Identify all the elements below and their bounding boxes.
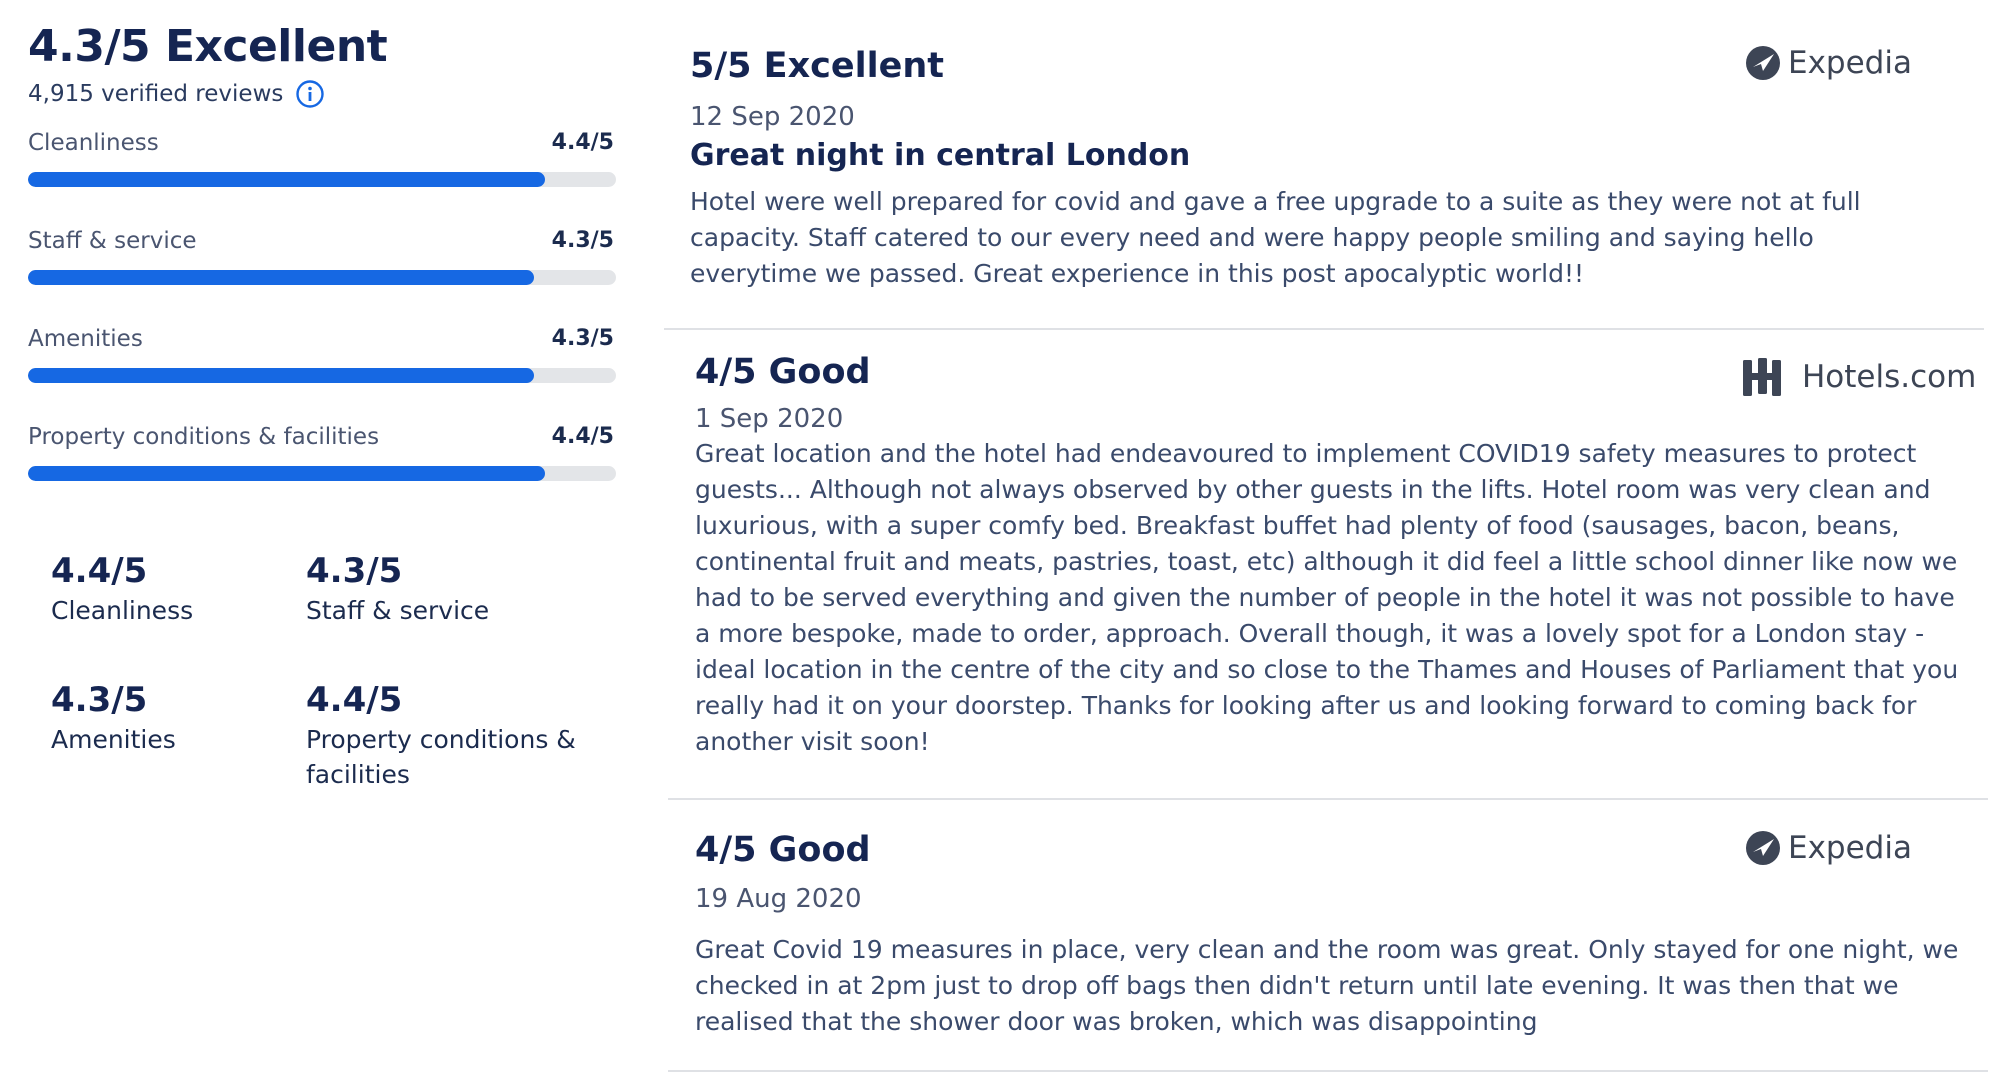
progress-bar: [28, 270, 616, 285]
category-label: Property conditions & facilities: [28, 424, 380, 450]
review-date: 19 Aug 2020: [695, 884, 862, 914]
verified-reviews-count: 4,915 verified reviews: [28, 81, 284, 107]
review-divider: [668, 1070, 1988, 1072]
category-score: 4.3/5: [551, 326, 614, 351]
verified-reviews: 4,915 verified reviews: [28, 76, 618, 112]
score-value: 4.4/5: [51, 551, 148, 591]
expedia-logo-icon: [1746, 46, 1780, 80]
score-card-property-conditions: 4.4/5 Property conditions & facilities: [306, 680, 606, 792]
review-text: Great location and the hotel had endeavo…: [695, 439, 1959, 756]
progress-bar: [28, 466, 616, 481]
category-score: 4.3/5: [551, 228, 614, 253]
category-score: 4.4/5: [551, 130, 614, 155]
category-label: Amenities: [28, 326, 143, 352]
score-card-staff-service: 4.3/5 Staff & service: [306, 551, 606, 628]
review-source-expedia: Expedia: [1744, 829, 1912, 867]
review-divider: [668, 798, 1988, 800]
score-card-cleanliness: 4.4/5 Cleanliness: [51, 551, 291, 628]
score-label: Property conditions & facilities: [306, 725, 576, 789]
review-source-name: Hotels.com: [1802, 359, 1977, 395]
review-date: 1 Sep 2020: [695, 404, 844, 434]
review-source-name: Expedia: [1788, 830, 1912, 866]
category-label: Staff & service: [28, 228, 197, 254]
score-value: 4.4/5: [306, 680, 403, 720]
hotels-com-logo-icon: [1743, 358, 1781, 396]
score-label: Staff & service: [306, 596, 490, 625]
score-card-amenities: 4.3/5 Amenities: [51, 680, 291, 757]
review-card: 5/5 Excellent 12 Sep 2020 Great night in…: [690, 44, 1900, 292]
review-date: 12 Sep 2020: [690, 102, 855, 132]
review-source-name: Expedia: [1788, 45, 1912, 81]
category-rating-amenities: Amenities 4.3/5: [28, 326, 618, 386]
score-label: Cleanliness: [51, 596, 194, 625]
category-label: Cleanliness: [28, 130, 159, 156]
progress-bar: [28, 172, 616, 187]
overall-rating: 4.3/5 Excellent: [28, 21, 388, 72]
progress-fill: [28, 368, 534, 383]
review-divider: [664, 328, 1984, 330]
progress-fill: [28, 466, 546, 481]
info-icon[interactable]: [295, 79, 325, 109]
expedia-logo-icon: [1746, 831, 1780, 865]
progress-fill: [28, 172, 546, 187]
category-rating-cleanliness: Cleanliness 4.4/5: [28, 130, 618, 190]
rating-summary: 4.3/5 Excellent 4,915 verified reviews: [28, 20, 618, 112]
review-headline: Great night in central London: [690, 138, 1191, 173]
category-rating-property-conditions: Property conditions & facilities 4.4/5: [28, 424, 618, 484]
review-text: Great Covid 19 measures in place, very c…: [695, 935, 1959, 1036]
score-value: 4.3/5: [51, 680, 148, 720]
category-score: 4.4/5: [551, 424, 614, 449]
progress-fill: [28, 270, 534, 285]
category-rating-staff-service: Staff & service 4.3/5: [28, 228, 618, 288]
review-source-expedia: Expedia: [1744, 44, 1912, 82]
review-text: Hotel were well prepared for covid and g…: [690, 187, 1861, 288]
score-value: 4.3/5: [306, 551, 403, 591]
review-card: 4/5 Good 1 Sep 2020 Great location and t…: [695, 350, 1965, 760]
review-rating: 5/5 Excellent: [690, 46, 945, 86]
progress-bar: [28, 368, 616, 383]
score-label: Amenities: [51, 725, 176, 754]
review-source-hotels-com: Hotels.com: [1742, 357, 1976, 397]
